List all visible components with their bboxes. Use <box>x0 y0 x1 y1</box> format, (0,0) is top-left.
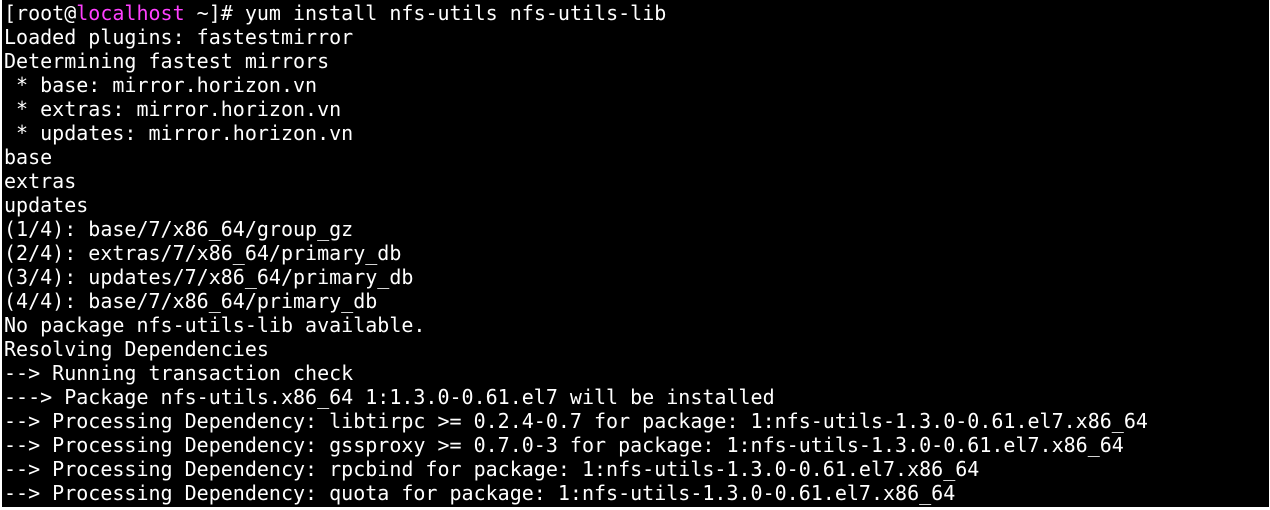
output-line: ---> Package nfs-utils.x86_64 1:1.3.0-0.… <box>4 385 775 409</box>
output-line: * updates: mirror.horizon.vn <box>4 121 354 145</box>
command-text: yum install nfs-utils nfs-utils-lib <box>244 1 667 25</box>
output-line: updates <box>4 193 89 217</box>
output-line: * base: mirror.horizon.vn <box>4 73 318 97</box>
output-line: Determining fastest mirrors <box>4 49 330 73</box>
output-line: (1/4): base/7/x86_64/group_gz <box>4 217 354 241</box>
prompt-line: [root@localhost ~]# yum install nfs-util… <box>4 1 1148 25</box>
output-line: --> Processing Dependency: quota for pac… <box>4 481 956 505</box>
output-line: (4/4): base/7/x86_64/primary_db <box>4 289 378 313</box>
output-line: base <box>4 145 53 169</box>
output-line: Resolving Dependencies <box>4 337 269 361</box>
prompt-prefix: [root@ <box>4 1 77 25</box>
output-line: --> Running transaction check <box>4 361 354 385</box>
output-line: --> Processing Dependency: rpcbind for p… <box>4 457 980 481</box>
output-line: extras <box>4 169 77 193</box>
output-line: (2/4): extras/7/x86_64/primary_db <box>4 241 402 265</box>
terminal-output: [root@localhost ~]# yum install nfs-util… <box>4 1 1148 505</box>
prompt-hostname: localhost <box>76 1 185 25</box>
output-line: (3/4): updates/7/x86_64/primary_db <box>4 265 414 289</box>
prompt-suffix: ~]# <box>184 1 245 25</box>
output-line: * extras: mirror.horizon.vn <box>4 97 342 121</box>
output-line: --> Processing Dependency: libtirpc >= 0… <box>4 409 1148 433</box>
output-line: --> Processing Dependency: gssproxy >= 0… <box>4 433 1124 457</box>
output-line: No package nfs-utils-lib available. <box>4 313 426 337</box>
output-line: Loaded plugins: fastestmirror <box>4 25 354 49</box>
terminal-window[interactable]: [root@localhost ~]# yum install nfs-util… <box>2 0 1269 507</box>
